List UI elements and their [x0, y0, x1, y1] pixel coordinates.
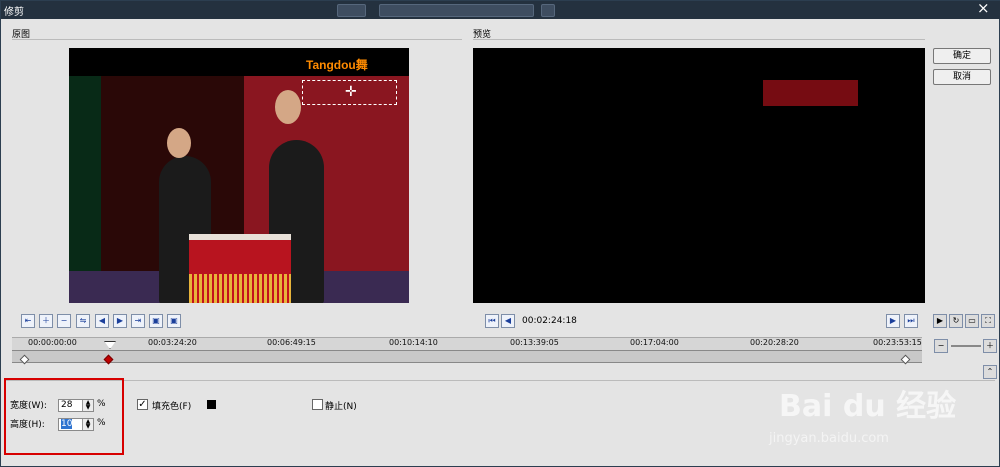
width-value: 28 [61, 400, 73, 410]
fill-label: 填充色(F) [152, 402, 192, 412]
crosshair-icon: ✛ [345, 84, 357, 100]
timeline-label: 00:00:00:00 [28, 338, 77, 347]
static-checkbox[interactable] [312, 399, 323, 410]
source-divider [12, 39, 462, 40]
height-percent: % [97, 418, 106, 428]
performer-left-head [167, 128, 191, 158]
stage-table [189, 234, 291, 303]
preview-crop-area [763, 80, 858, 106]
previous-frame-icon[interactable]: ◀ [95, 314, 109, 328]
lock-right-icon[interactable]: ▣ [167, 314, 181, 328]
width-percent: % [97, 399, 106, 409]
zoom-in-icon[interactable]: ＋ [983, 339, 997, 353]
preview-video [473, 48, 925, 303]
timeline[interactable]: 00:00:00:00 00:03:24:20 00:06:49:15 00:1… [12, 337, 922, 365]
timeline-label: 00:23:53:15 [873, 338, 922, 347]
go-start-icon[interactable]: ⏮ [485, 314, 499, 328]
move-right-icon[interactable]: ⇥ [131, 314, 145, 328]
timeline-label: 00:13:39:05 [510, 338, 559, 347]
stage-scene [69, 76, 409, 303]
timeline-label: 00:10:14:10 [389, 338, 438, 347]
fill-color-swatch[interactable] [207, 400, 216, 409]
remove-icon[interactable]: − [57, 314, 71, 328]
height-input[interactable]: 10 ▲ ▼ [58, 418, 94, 431]
width-input[interactable]: 28 ▲ ▼ [58, 399, 94, 412]
add-icon[interactable]: ＋ [39, 314, 53, 328]
title-bar: 修剪 × [1, 0, 1000, 19]
preview-divider [473, 39, 925, 40]
next-frame-icon[interactable]: ▶ [113, 314, 127, 328]
window-title: 修剪 [4, 7, 24, 18]
green-curtain [69, 76, 101, 303]
repeat-icon[interactable]: ↻ [949, 314, 963, 328]
current-timecode: 00:02:24:18 [522, 316, 577, 326]
timeline-label: 00:03:24:20 [148, 338, 197, 347]
monitor-icon[interactable]: ▭ [965, 314, 979, 328]
end-marker[interactable] [900, 354, 911, 365]
zoom-slider[interactable] [951, 345, 981, 347]
static-label: 静止(N) [325, 402, 357, 412]
baidu-watermark-url: jingyan.baidu.com [769, 431, 889, 446]
height-value: 10 [61, 419, 73, 429]
current-marker[interactable] [103, 354, 114, 365]
flip-icon[interactable]: ⇋ [76, 314, 90, 328]
lock-left-icon[interactable]: ▣ [149, 314, 163, 328]
height-spinner-icon[interactable]: ▲ ▼ [82, 419, 93, 430]
performer-right-head [275, 90, 301, 124]
step-forward-icon[interactable]: ▶ [886, 314, 900, 328]
cancel-button[interactable]: 取消 [933, 69, 991, 85]
close-icon[interactable]: × [977, 0, 990, 17]
fill-checkbox[interactable]: ✓ [137, 399, 148, 410]
play-icon[interactable]: ▶ [933, 314, 947, 328]
playhead-handle[interactable] [104, 341, 116, 349]
timeline-label: 00:20:28:20 [750, 338, 799, 347]
move-left-icon[interactable]: ⇤ [21, 314, 35, 328]
background-window-button [541, 4, 555, 17]
width-spinner-icon[interactable]: ▲ ▼ [82, 400, 93, 411]
source-video[interactable]: Tangdou舞 ✛ [69, 48, 409, 303]
go-end-icon[interactable]: ⏭ [904, 314, 918, 328]
timeline-label: 00:06:49:15 [267, 338, 316, 347]
crop-dialog: 修剪 × 原图 预览 Tangdou舞 ✛ 确定 取消 ⇤ ＋ − ⇋ ◀ ▶ … [0, 0, 1000, 467]
timeline-track[interactable] [12, 350, 922, 365]
timeline-label: 00:17:04:00 [630, 338, 679, 347]
zoom-out-icon[interactable]: − [934, 339, 948, 353]
background-window-button [379, 4, 534, 17]
width-label: 宽度(W): [10, 401, 47, 411]
ok-button[interactable]: 确定 [933, 48, 991, 64]
step-back-icon[interactable]: ◀ [501, 314, 515, 328]
background-window-button [337, 4, 366, 17]
tangdou-logo: Tangdou舞 [306, 58, 368, 72]
baidu-watermark: Bai du 经验 [779, 389, 957, 424]
collapse-icon[interactable]: ⌃ [983, 365, 997, 379]
fullscreen-icon[interactable]: ⛶ [981, 314, 995, 328]
start-marker[interactable] [19, 354, 30, 365]
table-tassel [189, 274, 291, 303]
height-label: 高度(H): [10, 420, 45, 430]
